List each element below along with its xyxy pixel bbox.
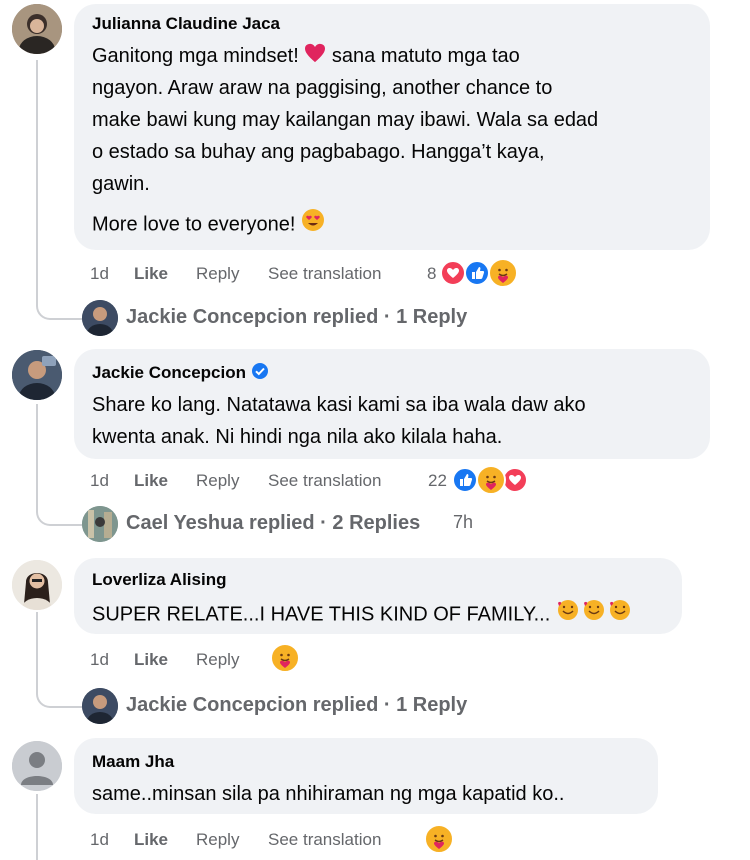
comment-text-line: Share ko lang. Natatawa kasi kami sa iba… [92, 394, 586, 416]
comment-author[interactable]: Maam Jha [92, 752, 174, 772]
reaction-count[interactable]: 22 [428, 471, 447, 491]
comment-text-line: kwenta anak. Ni hindi nga nila ako kilal… [92, 426, 503, 448]
replies-time: 7h [453, 512, 474, 532]
reply-button[interactable]: Reply [196, 650, 239, 670]
care-icon [424, 824, 454, 854]
avatar[interactable] [12, 350, 62, 400]
comment-text-line: make bawi kung may kailangan may ibawi. … [92, 109, 599, 131]
comment-time[interactable]: 1d [90, 830, 109, 850]
comment-author[interactable]: Jackie Concepcion [92, 362, 269, 385]
see-translation-link[interactable]: See translation [268, 264, 381, 284]
like-button[interactable]: Like [134, 830, 168, 850]
avatar[interactable] [12, 560, 62, 610]
heart-eyes-emoji-icon [301, 208, 325, 242]
reaction-count[interactable]: 8 [427, 264, 436, 284]
comment-text-line: same..minsan sila pa nhihiraman ng mga k… [92, 783, 565, 805]
like-button[interactable]: Like [134, 471, 168, 491]
thread-line [36, 794, 38, 860]
comment-time[interactable]: 1d [90, 650, 109, 670]
view-replies-link[interactable]: Jackie Concepcion replied · 1 Reply [126, 306, 467, 329]
like-button[interactable]: Like [134, 264, 168, 284]
reply-button[interactable]: Reply [196, 264, 239, 284]
comment-time[interactable]: 1d [90, 471, 109, 491]
thread-line [36, 612, 38, 690]
care-icon [270, 643, 300, 673]
reply-avatar[interactable] [82, 300, 118, 336]
comment-text-line: o estado sa buhay ang pagbabago. Hangga’… [92, 141, 545, 163]
like-icon [452, 467, 478, 493]
comment-text-line: Ganitong mga mindset! sana matuto mga ta… [92, 40, 520, 73]
reply-button[interactable]: Reply [196, 830, 239, 850]
smiling-hearts-emoji-icon [556, 598, 634, 632]
view-replies-link[interactable]: Jackie Concepcion replied · 1 Reply [126, 694, 467, 717]
like-icon [464, 260, 490, 286]
comment-text-line: More love to everyone! [92, 208, 325, 242]
avatar[interactable] [12, 4, 62, 54]
like-button[interactable]: Like [134, 650, 168, 670]
thread-curve [36, 680, 82, 708]
thread-line [36, 60, 38, 302]
thread-line [36, 404, 38, 508]
thread-curve [36, 290, 82, 320]
reply-avatar[interactable] [82, 506, 118, 542]
see-translation-link[interactable]: See translation [268, 830, 381, 850]
care-icon [476, 465, 506, 495]
comment-time[interactable]: 1d [90, 264, 109, 284]
heart-emoji-icon [304, 41, 326, 73]
view-replies-link[interactable]: Cael Yeshua replied · 2 Replies [126, 512, 420, 535]
verified-badge-icon [251, 362, 269, 385]
love-icon [440, 260, 466, 286]
care-icon [488, 258, 518, 288]
comment-author[interactable]: Julianna Claudine Jaca [92, 14, 280, 34]
avatar[interactable] [12, 741, 62, 791]
see-translation-link[interactable]: See translation [268, 471, 381, 491]
comment-text-line: ngayon. Araw araw na paggising, another … [92, 77, 553, 99]
comment-text-line: gawin. [92, 173, 150, 195]
comment-author[interactable]: Loverliza Alising [92, 570, 226, 590]
reply-avatar[interactable] [82, 688, 118, 724]
reply-button[interactable]: Reply [196, 471, 239, 491]
comment-text-line: SUPER RELATE...I HAVE THIS KIND OF FAMIL… [92, 598, 634, 632]
thread-curve [36, 500, 82, 526]
